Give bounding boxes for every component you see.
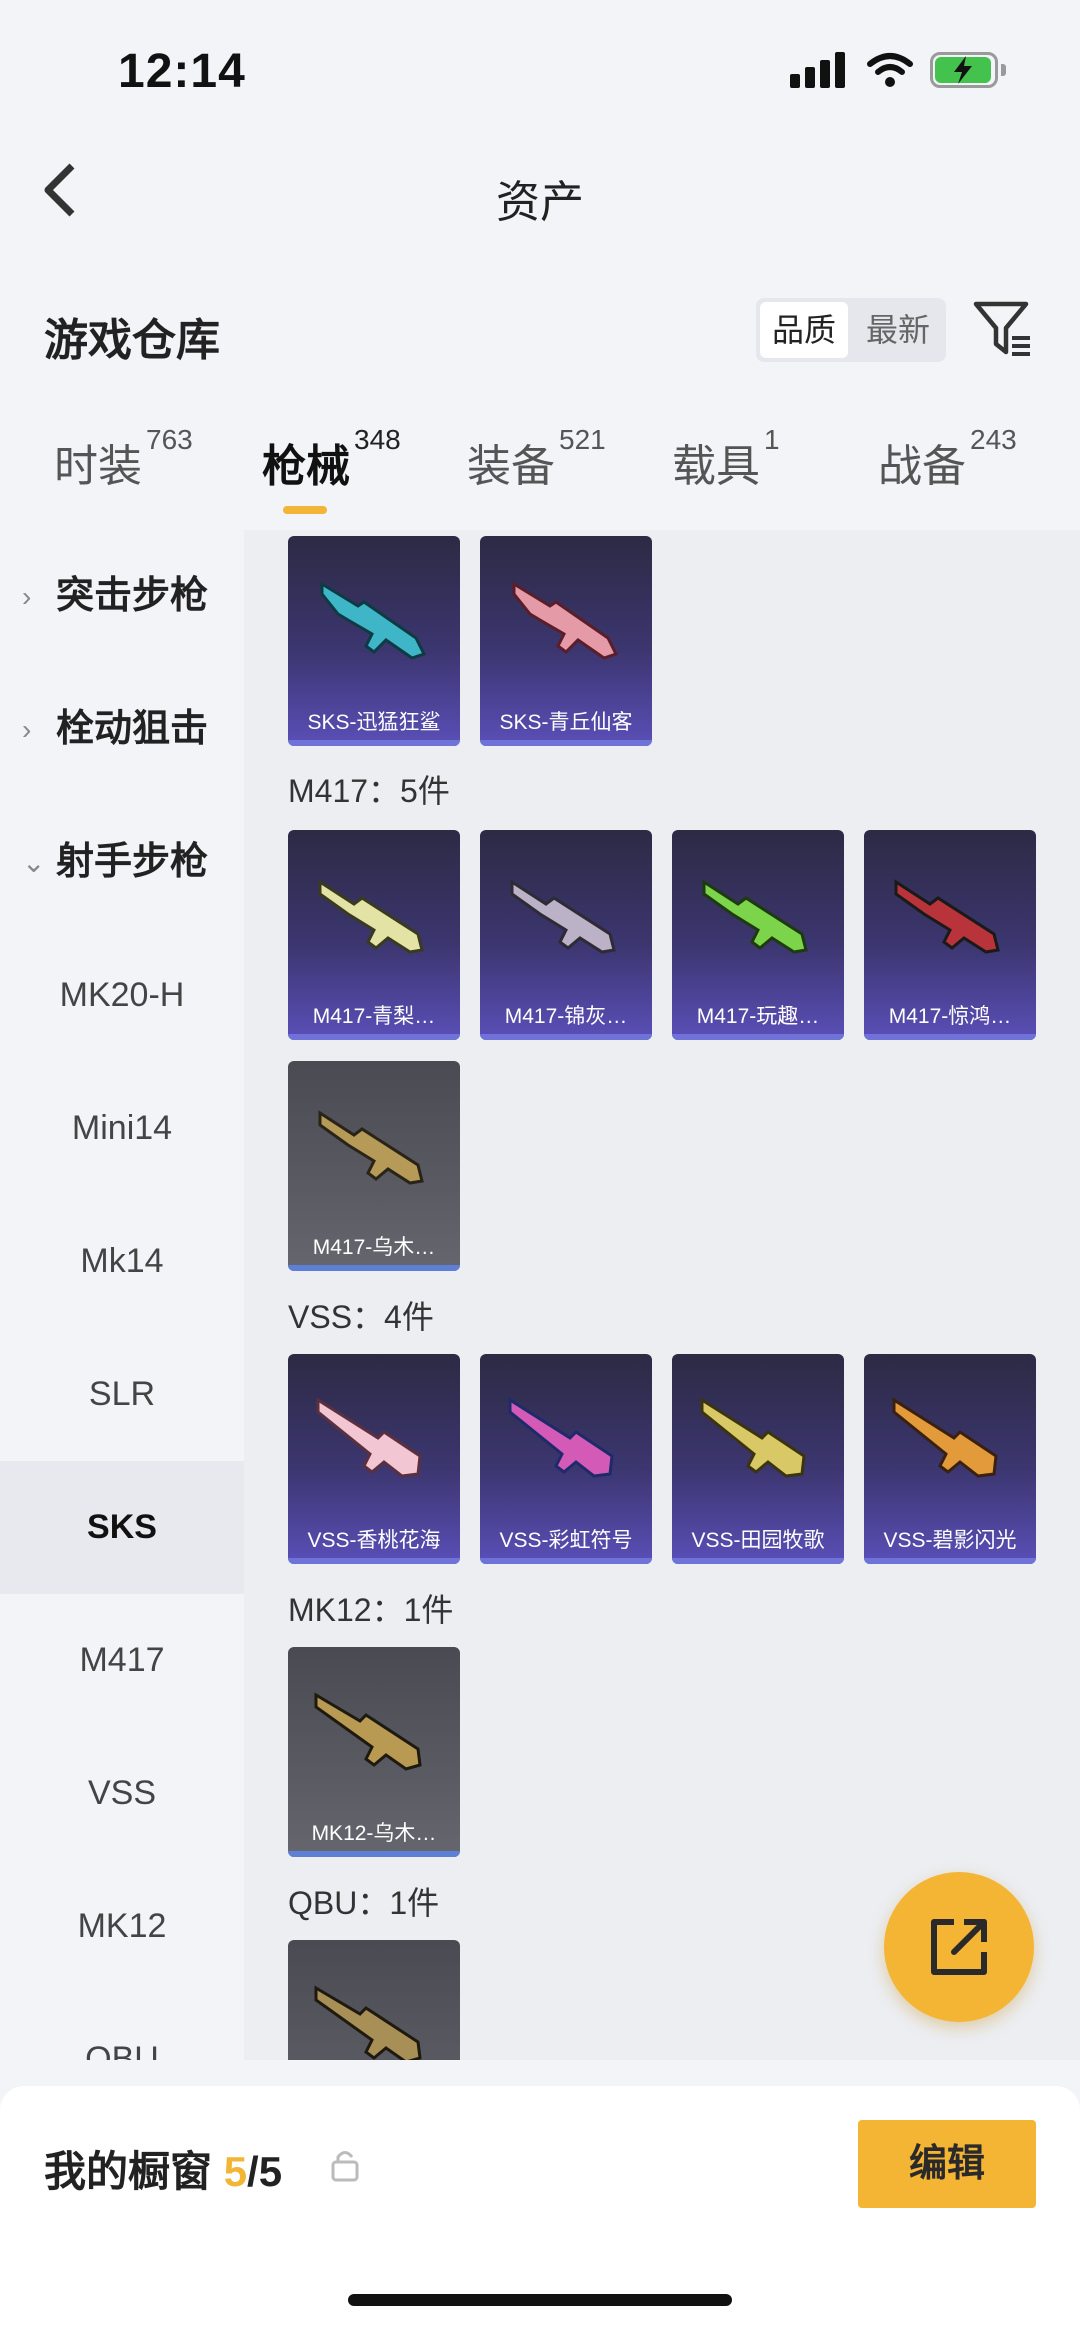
- page-title: 资产: [496, 178, 584, 227]
- sidebar-item-sks[interactable]: SKS: [0, 1461, 244, 1594]
- section-title-m417: M417：5件: [288, 773, 450, 809]
- lock-icon[interactable]: [330, 2148, 360, 2182]
- sidebar-item-mk20h[interactable]: MK20-H: [0, 929, 244, 1062]
- weapon-type-sidebar: › 突击步枪 › 栓动狙击 ⌄ 射手步枪 MK20-H Mini14 Mk14 SLR…: [0, 530, 244, 2060]
- sidebar-item-mk12[interactable]: MK12: [0, 1860, 244, 1993]
- warehouse-title: 游戏仓库: [44, 316, 220, 365]
- sidebar-group-assault-rifles[interactable]: › 突击步枪: [0, 530, 244, 663]
- weapon-card[interactable]: [288, 1940, 460, 2060]
- rifle-skin-icon: [314, 1692, 422, 1771]
- sort-toggle: 品质 最新: [756, 298, 946, 362]
- sidebar-item-qbu[interactable]: QBU: [0, 1993, 244, 2060]
- status-bar: 12:14: [0, 0, 1080, 130]
- sort-latest-button[interactable]: 最新: [854, 302, 942, 358]
- warehouse-row: 游戏仓库 品质 最新: [0, 286, 1080, 376]
- wifi-icon: [867, 53, 913, 87]
- section-title-mk12: MK12：1件: [288, 1592, 454, 1628]
- weapon-card[interactable]: M417-惊鸿…: [864, 830, 1036, 1040]
- share-button[interactable]: [884, 1872, 1034, 2022]
- weapon-card[interactable]: M417-乌木…: [288, 1061, 460, 1271]
- showcase-total-count: /5: [247, 2148, 283, 2195]
- signal-icon: [790, 52, 846, 88]
- home-indicator: [348, 2294, 732, 2306]
- filter-icon[interactable]: [972, 298, 1034, 360]
- sidebar-item-vss[interactable]: VSS: [0, 1727, 244, 1860]
- rifle-skin-icon: [508, 1397, 614, 1478]
- sidebar-group-marksman-rifles[interactable]: ⌄ 射手步枪: [0, 796, 244, 929]
- weapon-card[interactable]: SKS-青丘仙客: [480, 536, 652, 746]
- edit-button[interactable]: 编辑: [858, 2120, 1036, 2208]
- sidebar-item-slr[interactable]: SLR: [0, 1328, 244, 1461]
- chevron-right-icon: ›: [22, 581, 32, 612]
- rifle-skin-icon: [320, 581, 427, 660]
- rifle-skin-icon: [510, 879, 616, 954]
- rifle-skin-icon: [894, 879, 1000, 954]
- weapon-grid: SKS-迅猛狂鲨 SKS-青丘仙客 M417：5件 M417-青梨… M417-…: [244, 530, 1080, 2060]
- weapon-card[interactable]: M417-玩趣…: [672, 830, 844, 1040]
- active-tab-indicator: [283, 506, 327, 514]
- rifle-skin-icon: [512, 581, 619, 660]
- sidebar-item-mini14[interactable]: Mini14: [0, 1062, 244, 1195]
- weapon-card[interactable]: VSS-碧影闪光: [864, 1354, 1036, 1564]
- tab-equipment[interactable]: 装备521: [467, 424, 606, 494]
- status-time: 12:14: [118, 45, 246, 98]
- rifle-skin-icon: [318, 1110, 424, 1185]
- chevron-down-icon: ⌄: [22, 847, 46, 878]
- weapon-card[interactable]: M417-青梨…: [288, 830, 460, 1040]
- category-tabs: 时装763 枪械348 装备521 载具1 战备243: [0, 424, 1080, 530]
- chevron-right-icon: ›: [22, 714, 32, 745]
- weapon-card[interactable]: VSS-彩虹符号: [480, 1354, 652, 1564]
- section-title-qbu: QBU：1件: [288, 1885, 440, 1921]
- weapon-card[interactable]: VSS-香桃花海: [288, 1354, 460, 1564]
- weapon-card[interactable]: SKS-迅猛狂鲨: [288, 536, 460, 746]
- showcase-label: 我的橱窗 5/5: [44, 2148, 283, 2195]
- rifle-skin-icon: [318, 879, 424, 954]
- section-title-vss: VSS：4件: [288, 1299, 434, 1335]
- tab-vehicles[interactable]: 载具1: [672, 424, 780, 494]
- tab-battle-gear[interactable]: 战备243: [878, 424, 1017, 494]
- rifle-skin-icon: [314, 1985, 422, 2060]
- rifle-skin-icon: [700, 1397, 806, 1478]
- showcase-current-count: 5: [223, 2148, 248, 2195]
- sidebar-item-mk14[interactable]: Mk14: [0, 1195, 244, 1328]
- battery-icon: [930, 52, 1006, 88]
- tab-fashion[interactable]: 时装763: [54, 424, 193, 494]
- share-icon: [931, 1919, 987, 1975]
- sort-quality-button[interactable]: 品质: [760, 302, 848, 358]
- weapon-card[interactable]: M417-锦灰…: [480, 830, 652, 1040]
- page-header: 资产: [0, 130, 1080, 250]
- sidebar-item-m417[interactable]: M417: [0, 1594, 244, 1727]
- weapon-card[interactable]: VSS-田园牧歌: [672, 1354, 844, 1564]
- tab-firearms[interactable]: 枪械348: [262, 424, 401, 494]
- rifle-skin-icon: [316, 1397, 422, 1478]
- rifle-skin-icon: [702, 879, 808, 954]
- sidebar-group-bolt-snipers[interactable]: › 栓动狙击: [0, 663, 244, 796]
- rifle-skin-icon: [892, 1397, 998, 1478]
- weapon-card[interactable]: MK12-乌木…: [288, 1647, 460, 1857]
